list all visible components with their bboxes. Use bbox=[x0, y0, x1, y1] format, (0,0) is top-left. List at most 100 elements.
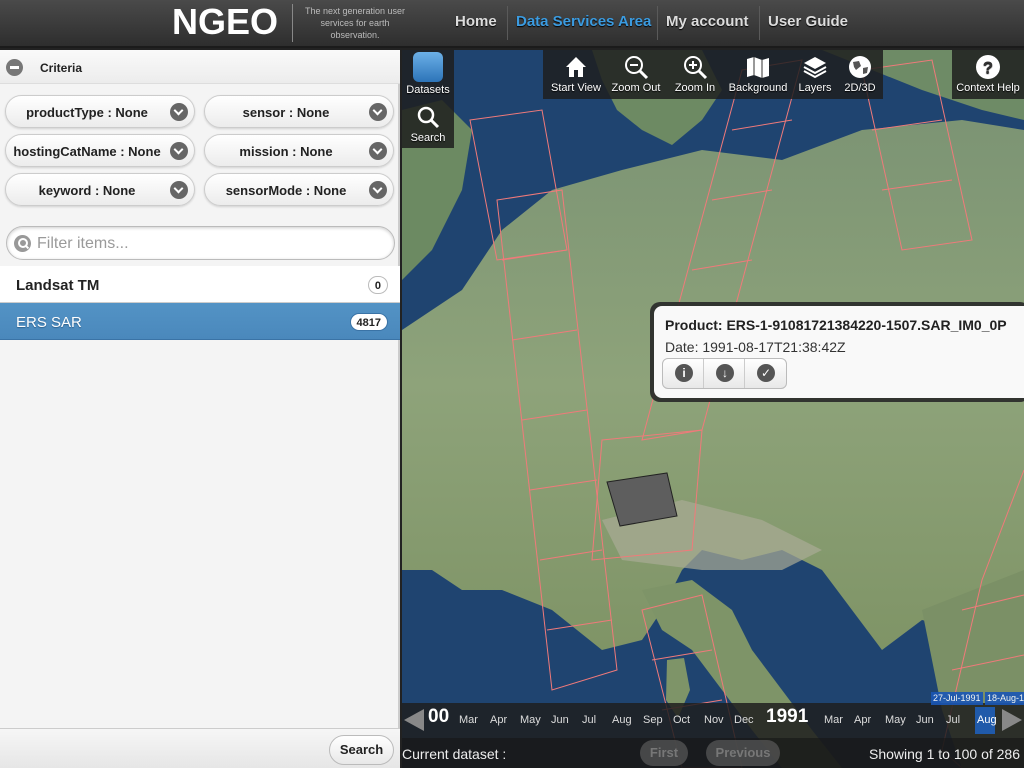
tool-label: Zoom Out bbox=[611, 82, 661, 94]
criteria-sensormode-select[interactable]: sensorMode : None bbox=[204, 173, 394, 206]
timeline-month: Dec bbox=[734, 714, 754, 726]
timeline-month: Aug bbox=[612, 714, 632, 726]
home-icon bbox=[566, 57, 586, 77]
nav-user-guide[interactable]: User Guide bbox=[768, 13, 848, 30]
dataset-count-badge: 0 bbox=[367, 276, 388, 294]
range-end-label: 18-Aug-1 bbox=[985, 692, 1024, 705]
map-toolbar: Start View Zoom Out Zoom In Background L… bbox=[543, 50, 883, 99]
criteria-producttype-select[interactable]: productType : None bbox=[5, 95, 195, 128]
zoom-out-tool[interactable]: Zoom Out bbox=[609, 50, 663, 98]
timeline-month: Oct bbox=[673, 714, 691, 726]
timeline-year: 1991 bbox=[766, 706, 809, 727]
timeline-month: Sep bbox=[643, 714, 663, 726]
map-icon bbox=[747, 57, 769, 78]
timeline-month: Apr bbox=[854, 714, 872, 726]
nav-data-services-area[interactable]: Data Services Area bbox=[516, 13, 651, 30]
criteria-hostingcatname-select[interactable]: hostingCatName : None bbox=[5, 134, 195, 167]
timeline-month: Jun bbox=[551, 714, 569, 726]
timeline-month: Aug bbox=[977, 714, 997, 726]
search-button[interactable]: Search bbox=[329, 735, 394, 765]
dataset-name: ERS SAR bbox=[16, 314, 82, 331]
satellite-map[interactable] bbox=[402, 50, 1024, 768]
context-help-tool[interactable]: ? Context Help bbox=[952, 50, 1024, 98]
dataset-item-landsat-tm[interactable]: Landsat TM 0 bbox=[0, 266, 400, 303]
filter-items-input[interactable] bbox=[37, 233, 377, 255]
search-criteria-panel: Criteria productType : None sensor : Non… bbox=[0, 50, 400, 768]
product-download-button[interactable]: ↓ bbox=[704, 359, 745, 388]
nav-divider bbox=[507, 6, 508, 40]
dataset-item-ers-sar[interactable]: ERS SAR 4817 bbox=[0, 303, 400, 340]
search-icon bbox=[417, 106, 440, 129]
criteria-label: productType : None bbox=[26, 105, 148, 120]
zoom-in-tool[interactable]: Zoom In bbox=[669, 50, 721, 98]
criteria-title: Criteria bbox=[40, 61, 83, 75]
start-view-tool[interactable]: Start View bbox=[549, 50, 603, 98]
layers-tool[interactable]: Layers bbox=[793, 50, 837, 98]
criteria-label: keyword : None bbox=[38, 183, 136, 198]
datasets-tool[interactable]: Datasets bbox=[402, 50, 454, 98]
2d-3d-tool[interactable]: 2D/3D bbox=[839, 50, 881, 98]
nav-my-account[interactable]: My account bbox=[666, 13, 749, 30]
criteria-mission-select[interactable]: mission : None bbox=[204, 134, 394, 167]
chevron-down-icon bbox=[170, 103, 188, 121]
results-count: Showing 1 to 100 of 286 bbox=[869, 746, 1021, 762]
selected-product-footprint bbox=[606, 472, 678, 527]
timeline-next-arrow-icon[interactable] bbox=[1002, 709, 1022, 731]
top-header: NGEO The next generation user services f… bbox=[0, 0, 1024, 48]
results-status-bar: Current dataset : First Previous Showing… bbox=[402, 738, 1024, 768]
chevron-down-icon bbox=[369, 103, 387, 121]
product-select-button[interactable]: ✓ bbox=[745, 359, 786, 388]
chevron-down-icon bbox=[170, 142, 188, 160]
timeline-month: Mar bbox=[824, 714, 843, 726]
timeline-month: Jul bbox=[946, 714, 961, 726]
ngeo-logo[interactable]: NGEO bbox=[172, 2, 278, 42]
chevron-down-icon bbox=[369, 142, 387, 160]
help-toolbar: ? Context Help bbox=[952, 50, 1024, 99]
database-icon bbox=[413, 52, 443, 82]
previous-page-button[interactable]: Previous bbox=[706, 740, 780, 766]
search-tool[interactable]: Search bbox=[402, 100, 454, 148]
timeline-month: Mar bbox=[459, 714, 478, 726]
tool-label: 2D/3D bbox=[844, 82, 876, 94]
criteria-label: mission : None bbox=[239, 144, 333, 159]
check-icon: ✓ bbox=[757, 364, 775, 382]
map-view[interactable]: Datasets Search Start View Zoom Out Zoom… bbox=[402, 50, 1024, 768]
nav-divider bbox=[759, 6, 760, 40]
range-start-label: 27-Jul-1991 bbox=[931, 692, 983, 705]
product-date: Date: 1991-08-17T21:38:42Z bbox=[665, 339, 846, 355]
left-footer: Search bbox=[0, 728, 400, 768]
product-popup-body: Product: ERS-1-91081721384220-1507.SAR_I… bbox=[654, 306, 1024, 398]
collapse-icon[interactable] bbox=[6, 59, 23, 76]
timeline-month: Jul bbox=[582, 714, 597, 726]
tool-label: Layers bbox=[798, 82, 832, 94]
background-tool[interactable]: Background bbox=[725, 50, 791, 98]
svg-text:?: ? bbox=[983, 58, 993, 77]
criteria-sensor-select[interactable]: sensor : None bbox=[204, 95, 394, 128]
zoom-in-icon bbox=[684, 56, 708, 80]
help-icon: ? bbox=[976, 55, 1000, 79]
left-toolbar: Datasets Search bbox=[402, 50, 454, 148]
chevron-down-icon bbox=[369, 181, 387, 199]
product-info-button[interactable]: i bbox=[663, 359, 704, 388]
info-icon: i bbox=[675, 364, 693, 382]
timeline-month: Jun bbox=[916, 714, 934, 726]
timeline-month: May bbox=[520, 714, 541, 726]
criteria-keyword-select[interactable]: keyword : None bbox=[5, 173, 195, 206]
timeline-year-prev: 00 bbox=[428, 706, 450, 727]
first-page-button[interactable]: First bbox=[640, 740, 688, 766]
criteria-label: sensorMode : None bbox=[225, 183, 347, 198]
current-dataset-label: Current dataset : bbox=[402, 746, 507, 762]
layers-icon bbox=[803, 57, 827, 79]
tool-label: Start View bbox=[551, 82, 601, 94]
criteria-label: sensor : None bbox=[242, 105, 330, 120]
timeline-month: Nov bbox=[704, 714, 724, 726]
search-icon bbox=[14, 235, 31, 252]
zoom-out-icon bbox=[625, 56, 649, 80]
criteria-header[interactable]: Criteria bbox=[0, 50, 400, 84]
nav-divider bbox=[657, 6, 658, 40]
timeline-month: May bbox=[885, 714, 906, 726]
timeline-month: Apr bbox=[490, 714, 508, 726]
nav-home[interactable]: Home bbox=[455, 13, 497, 30]
timeline-prev-arrow-icon[interactable] bbox=[404, 709, 424, 731]
timeline-slider[interactable]: 00 Mar Apr May Jun Jul Aug Sep Oct Nov D… bbox=[402, 692, 1024, 738]
